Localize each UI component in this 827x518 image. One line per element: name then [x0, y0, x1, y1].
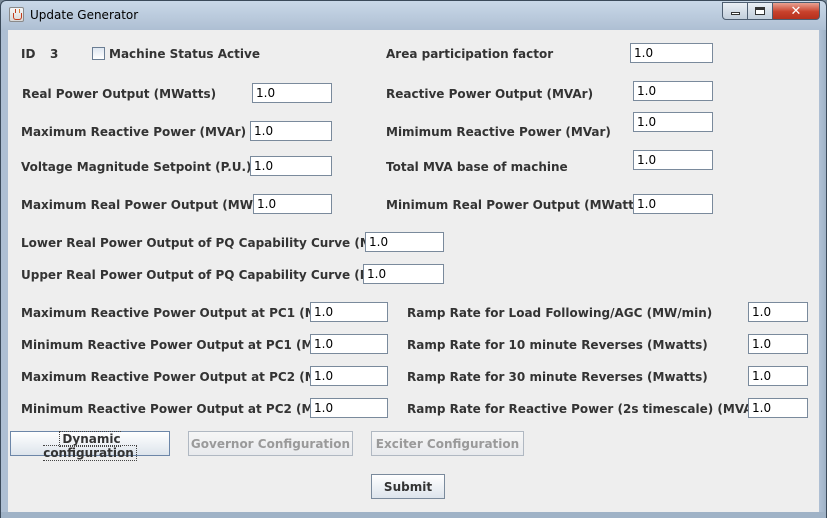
ramp-reactive-label: Ramp Rate for Reactive Power (2s timesca…	[407, 402, 794, 416]
exciter-configuration-button[interactable]: Exciter Configuration	[371, 431, 524, 456]
window-title: Update Generator	[30, 8, 139, 22]
dynamic-configuration-button[interactable]: Dynamic configuration	[10, 431, 170, 461]
reactive-power-output-field[interactable]	[633, 81, 713, 101]
lower-real-power-pq-label: Lower Real Power Output of PQ Capability…	[21, 236, 416, 250]
max-reactive-power-label: Maximum Reactive Power (MVAr)	[21, 125, 247, 139]
min-reactive-pc1-field[interactable]	[310, 334, 388, 354]
title-bar[interactable]: Update Generator ✕	[1, 1, 826, 30]
window-frame-right	[820, 30, 826, 512]
max-real-power-output-field[interactable]	[253, 194, 332, 214]
min-real-power-output-field[interactable]	[633, 194, 713, 214]
min-reactive-pc2-field[interactable]	[310, 398, 388, 418]
upper-real-power-pq-label: Upper Real Power Output of PQ Capability…	[21, 268, 416, 282]
max-reactive-pc1-label: Maximum Reactive Power Output at PC1 (MV…	[21, 306, 346, 320]
max-reactive-pc2-label: Maximum Reactive Power Output at PC2 (MV…	[21, 370, 346, 384]
min-real-power-output-label: Minimum Real Power Output (MWatts)	[386, 198, 647, 212]
max-reactive-pc2-field[interactable]	[310, 366, 388, 386]
min-reactive-power-field[interactable]	[633, 112, 713, 132]
total-mva-base-label: Total MVA base of machine	[386, 160, 568, 174]
min-reactive-pc2-label: Minimum Reactive Power Output at PC2 (MV…	[21, 402, 343, 416]
voltage-setpoint-label: Voltage Magnitude Setpoint (P.U.)	[21, 160, 252, 174]
minimize-button[interactable]	[722, 2, 748, 20]
governor-configuration-label: Governor Configuration	[190, 436, 351, 451]
upper-real-power-pq-field[interactable]	[363, 264, 444, 284]
area-participation-label: Area participation factor	[386, 47, 554, 61]
ramp-30min-field[interactable]	[748, 366, 808, 386]
reactive-power-output-label: Reactive Power Output (MVAr)	[386, 87, 594, 101]
ramp-reactive-field[interactable]	[748, 398, 808, 418]
window-controls: ✕	[722, 2, 820, 20]
total-mva-base-field[interactable]	[633, 150, 713, 170]
real-power-output-label: Real Power Output (MWatts)	[22, 87, 217, 101]
min-reactive-power-label: Mimimum Reactive Power (MVar)	[386, 125, 611, 139]
ramp-load-following-label: Ramp Rate for Load Following/AGC (MW/min…	[407, 306, 713, 320]
governor-configuration-button[interactable]: Governor Configuration	[188, 431, 353, 456]
dynamic-configuration-label: Dynamic configuration	[43, 431, 137, 461]
voltage-setpoint-field[interactable]	[250, 156, 332, 176]
close-icon: ✕	[790, 3, 802, 19]
id-label: ID	[21, 47, 36, 61]
ramp-load-following-field[interactable]	[748, 302, 808, 322]
machine-status-checkbox[interactable]	[92, 47, 105, 60]
window-frame-bottom	[1, 512, 826, 518]
machine-status-label: Machine Status Active	[109, 47, 260, 61]
maximize-button[interactable]	[748, 2, 773, 20]
min-reactive-pc1-label: Minimum Reactive Power Output at PC1 (MV…	[21, 338, 343, 352]
id-value: 3	[50, 47, 59, 61]
max-reactive-power-field[interactable]	[250, 121, 332, 141]
maximize-icon	[755, 7, 765, 15]
max-real-power-output-label: Maximum Real Power Output (MWatts)	[21, 198, 285, 212]
area-participation-field[interactable]	[630, 43, 713, 63]
close-button[interactable]: ✕	[773, 2, 820, 20]
java-app-icon	[9, 7, 24, 22]
submit-button[interactable]: Submit	[371, 474, 445, 499]
max-reactive-pc1-field[interactable]	[310, 302, 388, 322]
ramp-30min-label: Ramp Rate for 30 minute Reverses (Mwatts…	[407, 370, 708, 384]
form-panel: ID 3 Machine Status Active Area particip…	[8, 30, 819, 512]
ramp-10min-field[interactable]	[748, 334, 808, 354]
exciter-configuration-label: Exciter Configuration	[375, 436, 520, 451]
lower-real-power-pq-field[interactable]	[365, 232, 444, 252]
ramp-10min-label: Ramp Rate for 10 minute Reverses (Mwatts…	[407, 338, 708, 352]
minimize-icon	[730, 12, 740, 15]
submit-label: Submit	[383, 479, 433, 494]
update-generator-window: Update Generator ✕ ID 3 Machine Status A…	[0, 0, 827, 518]
real-power-output-field[interactable]	[252, 83, 332, 103]
